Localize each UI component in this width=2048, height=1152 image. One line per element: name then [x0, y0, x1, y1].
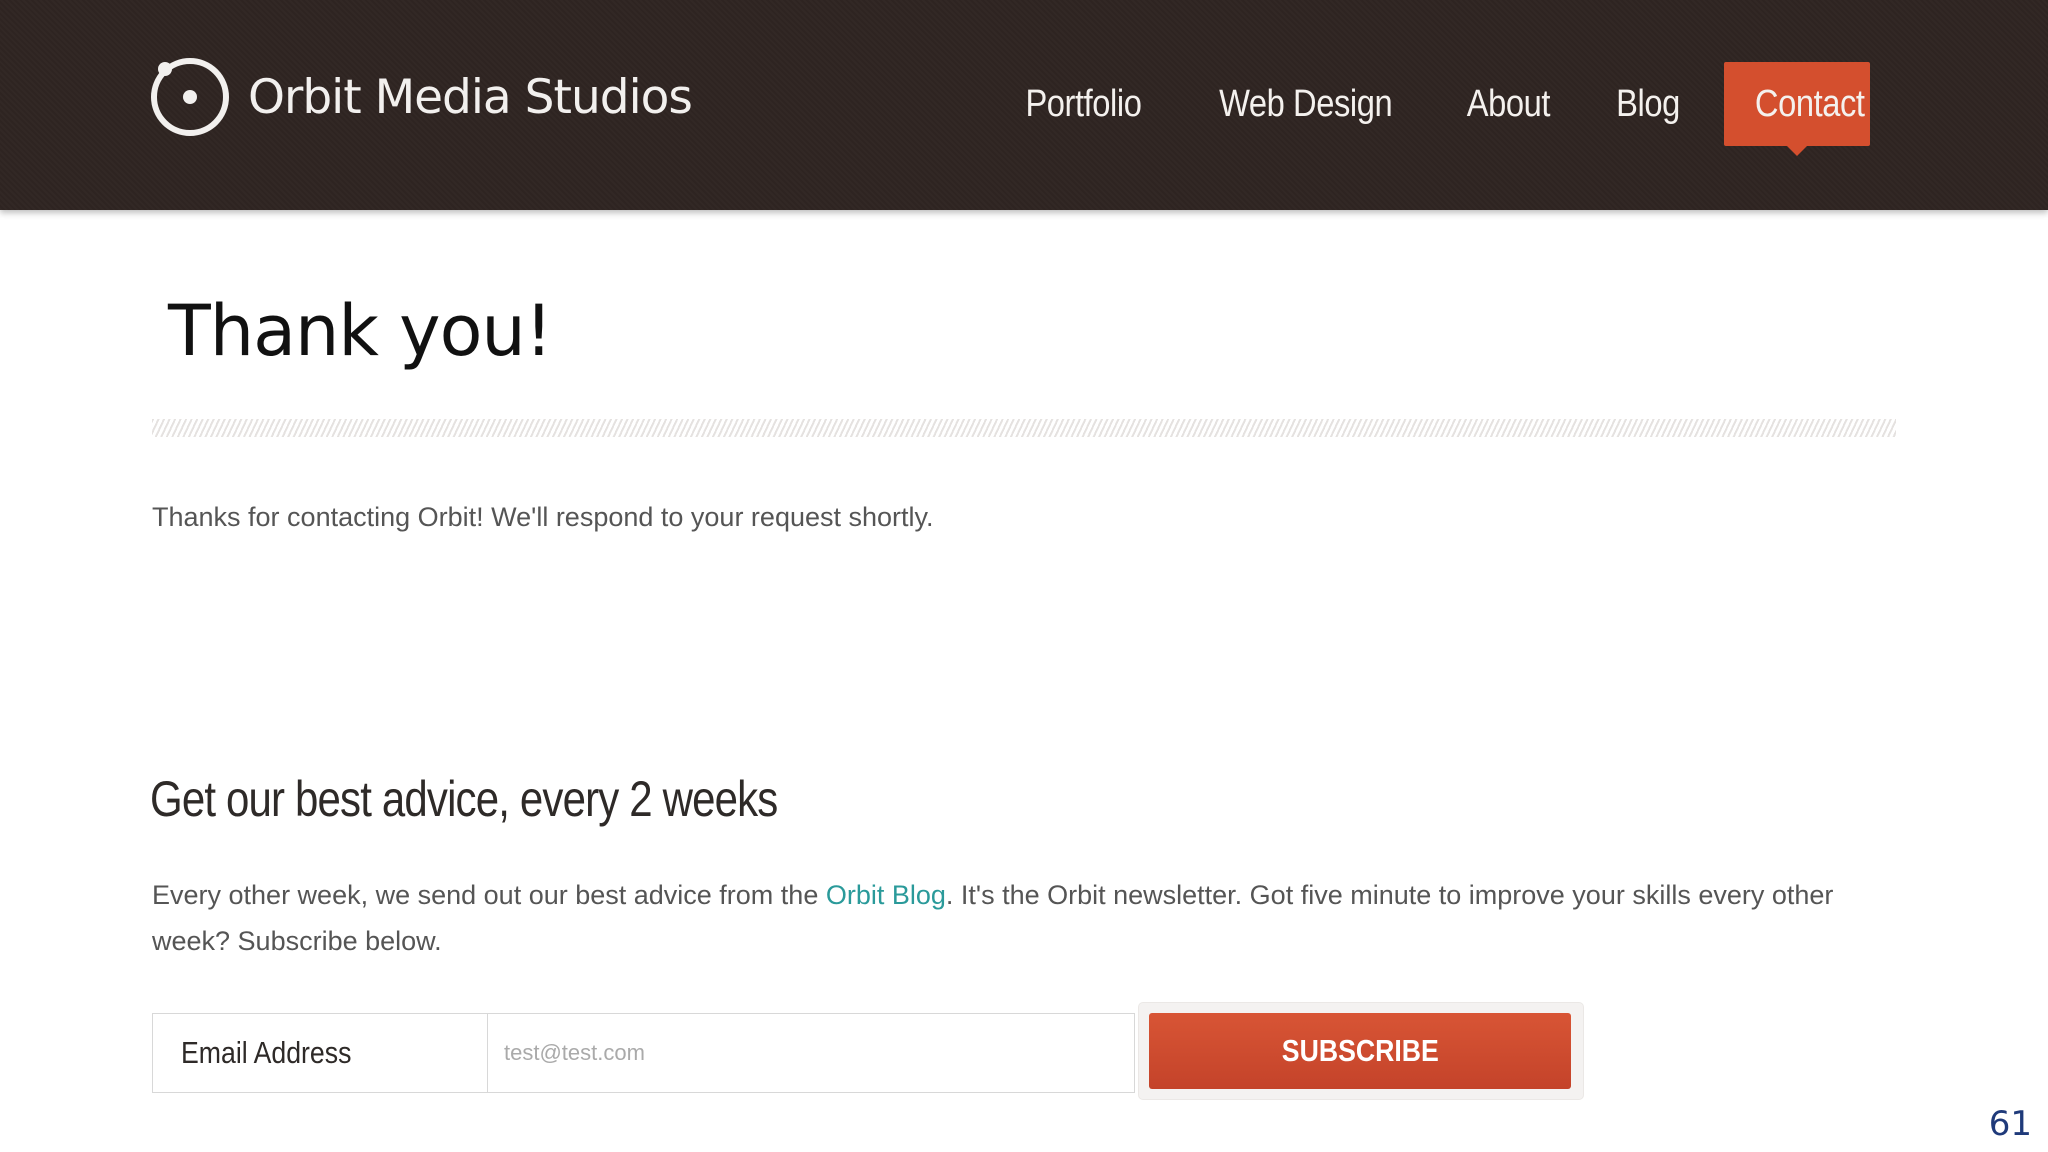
email-input[interactable]: [487, 1013, 1135, 1093]
page: Orbit Media Studios Portfolio Web Design…: [0, 0, 2048, 1152]
site-header: Orbit Media Studios Portfolio Web Design…: [0, 0, 2048, 210]
orbit-blog-link[interactable]: Orbit Blog: [826, 880, 946, 910]
nav-item-contact[interactable]: Contact: [1724, 62, 1870, 156]
newsletter-text: Every other week, we send out our best a…: [152, 872, 1912, 964]
slide-number: 61: [1988, 1104, 2032, 1144]
subscribe-button-wrap: SUBSCRIBE: [1139, 1003, 1583, 1099]
nav-item-portfolio[interactable]: Portfolio: [1002, 62, 1164, 146]
nav-item-web-design[interactable]: Web Design: [1196, 62, 1416, 146]
email-label: Email Address: [181, 1035, 352, 1070]
nav-item-blog[interactable]: Blog: [1593, 62, 1703, 146]
main-nav: Portfolio Web Design About Blog Contact: [989, 62, 1870, 156]
logo[interactable]: Orbit Media Studios: [150, 52, 693, 142]
hatch-divider: [152, 419, 1896, 437]
email-label-box: Email Address: [152, 1013, 487, 1093]
thanks-message: Thanks for contacting Orbit! We'll respo…: [152, 502, 934, 532]
page-title: Thank you!: [168, 290, 553, 372]
newsletter-title: Get our best advice, every 2 weeks: [150, 771, 778, 827]
newsletter-text-start: Every other week, we send out our best a…: [152, 880, 826, 910]
orbit-logo-icon: [150, 55, 234, 139]
subscribe-button-label: SUBSCRIBE: [1281, 1033, 1439, 1068]
subscribe-button[interactable]: SUBSCRIBE: [1149, 1013, 1571, 1089]
nav-item-about[interactable]: About: [1444, 62, 1574, 146]
nav-item-contact-label: Contact: [1754, 83, 1865, 125]
subscribe-form: Email Address SUBSCRIBE: [152, 1003, 1583, 1099]
logo-text: Orbit Media Studios: [248, 69, 693, 125]
